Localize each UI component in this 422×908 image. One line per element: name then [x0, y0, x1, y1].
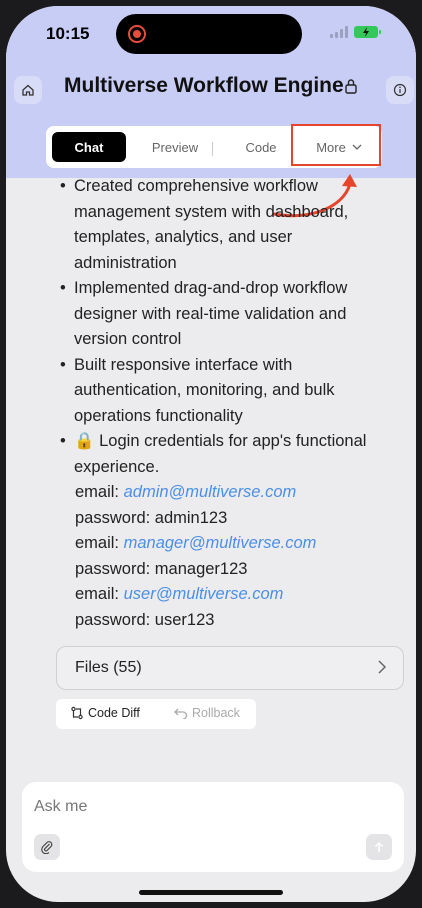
- arrow-up-icon: [374, 841, 384, 852]
- list-item: • 🔒 Login credentials for app's function…: [60, 432, 367, 476]
- message-actions: Code Diff Rollback: [56, 699, 256, 729]
- chat-message: • Created comprehensive workflow managem…: [60, 174, 400, 633]
- files-button[interactable]: Files (55): [56, 646, 404, 690]
- email-link[interactable]: manager@multiverse.com: [124, 534, 317, 552]
- send-button[interactable]: [366, 834, 392, 860]
- list-item: • Built responsive interface with authen…: [60, 355, 335, 425]
- attach-button[interactable]: [34, 834, 60, 860]
- email-link[interactable]: admin@multiverse.com: [124, 483, 297, 501]
- phone-frame: 10:15 Multiverse Workflow Engine Chat Pr…: [0, 0, 422, 908]
- credential-email: email: user@multiverse.com: [75, 585, 284, 603]
- message-composer[interactable]: Ask me: [22, 782, 404, 872]
- code-diff-button[interactable]: Code Diff: [70, 706, 140, 720]
- files-label: Files (55): [75, 659, 142, 676]
- list-item: • Created comprehensive workflow managem…: [60, 177, 349, 272]
- undo-icon: [174, 708, 188, 719]
- list-item: • Implemented drag-and-drop workflow des…: [60, 279, 348, 348]
- credential-email: email: manager@multiverse.com: [75, 534, 317, 552]
- credential-email: email: admin@multiverse.com: [75, 483, 297, 501]
- home-indicator[interactable]: [139, 890, 283, 895]
- screen: 10:15 Multiverse Workflow Engine Chat Pr…: [6, 6, 416, 902]
- credential-password: password: user123: [75, 610, 215, 629]
- message-input[interactable]: Ask me: [34, 798, 87, 816]
- email-link[interactable]: user@multiverse.com: [124, 585, 284, 603]
- code-diff-label: Code Diff: [88, 706, 140, 720]
- rollback-button[interactable]: Rollback: [174, 706, 240, 720]
- diff-icon: [71, 706, 83, 720]
- paperclip-icon: [41, 841, 53, 854]
- credential-password: password: manager123: [75, 559, 248, 578]
- chevron-right-icon: [378, 660, 387, 674]
- credential-password: password: admin123: [75, 508, 228, 527]
- rollback-label: Rollback: [192, 706, 240, 720]
